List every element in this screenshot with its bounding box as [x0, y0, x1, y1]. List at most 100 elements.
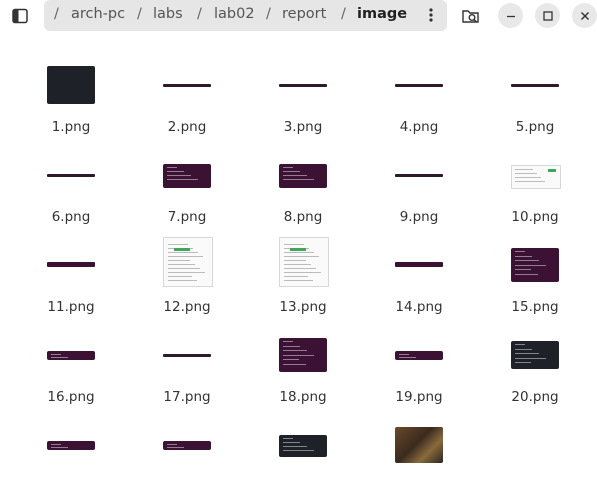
file-item[interactable]: 9.png — [369, 147, 469, 227]
thumbnail-line — [515, 173, 537, 174]
file-name: 6.png — [51, 209, 91, 225]
maximize-button[interactable] — [535, 3, 560, 28]
file-item[interactable]: 4.png — [369, 57, 469, 137]
file-item[interactable]: 5.png — [485, 57, 585, 137]
file-item[interactable]: 12.png — [137, 237, 237, 317]
file-item[interactable]: 10.png — [485, 147, 585, 227]
folder-search-icon — [462, 10, 479, 23]
path-segment-lab02[interactable]: lab02 — [214, 6, 255, 22]
search-button[interactable] — [458, 3, 484, 29]
file-thumbnail — [395, 351, 443, 360]
thumbnail-line — [168, 244, 188, 245]
minimize-icon — [506, 15, 515, 17]
thumbnail-line — [168, 272, 205, 273]
thumbnail-line — [284, 276, 308, 277]
file-item[interactable]: 2.png — [137, 57, 237, 137]
file-thumbnail — [279, 237, 329, 287]
close-button[interactable] — [572, 3, 597, 28]
file-thumbnail — [47, 262, 95, 267]
thumbnail-line — [515, 273, 538, 275]
file-thumbnail — [279, 84, 327, 87]
file-name: 2.png — [167, 119, 207, 135]
file-name: 13.png — [279, 299, 327, 315]
file-item[interactable]: 17.png — [137, 327, 237, 407]
file-item[interactable]: 16.png — [21, 327, 121, 407]
thumbnail-line — [515, 260, 539, 261]
thumbnail-line — [283, 350, 307, 351]
file-name: 10.png — [511, 209, 559, 225]
thumbnail-line — [284, 264, 311, 265]
minimize-button[interactable] — [498, 3, 523, 28]
file-name: 19.png — [395, 389, 443, 405]
file-thumbnail — [163, 354, 211, 357]
path-segment-labs[interactable]: labs — [153, 6, 183, 22]
path-segment-report[interactable]: report — [282, 6, 326, 22]
file-thumbnail — [395, 262, 443, 267]
path-menu-button[interactable] — [422, 4, 440, 26]
thumbnail-line — [168, 268, 200, 269]
thumbnail-line — [283, 359, 299, 360]
thumbnail-line — [168, 264, 195, 265]
thumbnail-line — [168, 260, 190, 261]
file-item[interactable] — [253, 417, 353, 497]
file-item[interactable]: 19.png — [369, 327, 469, 407]
thumbnail-line — [284, 260, 306, 261]
close-icon — [580, 11, 589, 20]
thumbnail-line — [515, 255, 532, 257]
thumbnail-line — [168, 276, 192, 277]
file-name: 5.png — [515, 119, 555, 135]
path-separator: / — [266, 6, 271, 22]
file-item[interactable]: 8.png — [253, 147, 353, 227]
path-segment-image[interactable]: image — [357, 6, 407, 22]
thumbnail-line — [515, 348, 532, 350]
thumbnail-line — [283, 171, 300, 172]
path-separator: / — [197, 6, 202, 22]
thumbnail-line — [51, 444, 61, 445]
file-item[interactable]: 15.png — [485, 237, 585, 317]
file-item[interactable]: 7.png — [137, 147, 237, 227]
thumbnail-line — [51, 354, 61, 355]
file-thumbnail — [163, 84, 211, 87]
file-name: 8.png — [283, 209, 323, 225]
file-item[interactable] — [369, 417, 469, 497]
file-item[interactable]: 20.png — [485, 327, 585, 407]
file-thumbnail — [395, 174, 443, 177]
path-bar: / arch-pc / labs / lab02 / report / imag… — [44, 0, 447, 31]
file-item[interactable] — [137, 417, 237, 497]
kebab-menu-icon — [429, 8, 433, 22]
thumbnail-line — [283, 363, 306, 365]
file-item[interactable]: 18.png — [253, 327, 353, 407]
thumbnail-line — [515, 269, 531, 270]
file-name: 7.png — [167, 209, 207, 225]
thumbnail-line — [515, 353, 539, 354]
file-name: 9.png — [399, 209, 439, 225]
file-thumbnail — [395, 84, 443, 87]
file-thumbnail — [163, 164, 211, 188]
thumbnail-line — [399, 354, 409, 355]
file-item[interactable]: 14.png — [369, 237, 469, 317]
file-item[interactable]: 3.png — [253, 57, 353, 137]
thumbnail-accent — [548, 169, 556, 172]
thumbnail-line — [515, 362, 531, 363]
file-item[interactable]: 13.png — [253, 237, 353, 317]
file-item[interactable]: 11.png — [21, 237, 121, 317]
thumbnail-line — [283, 167, 293, 168]
sidebar-toggle-button[interactable] — [8, 4, 32, 28]
file-thumbnail — [279, 164, 327, 188]
file-item[interactable]: 6.png — [21, 147, 121, 227]
file-thumbnail — [279, 435, 327, 457]
file-thumbnail — [511, 165, 561, 189]
path-segment-arch-pc[interactable]: arch-pc — [71, 6, 125, 22]
thumbnail-line — [283, 341, 293, 342]
thumbnail-line — [284, 272, 321, 273]
thumbnail-line — [167, 167, 177, 168]
file-name: 12.png — [163, 299, 211, 315]
file-item[interactable]: 1.png — [21, 57, 121, 137]
thumbnail-line — [167, 175, 191, 176]
thumbnail-line — [283, 179, 314, 180]
thumbnail-line — [167, 171, 184, 172]
path-separator: / — [341, 6, 346, 22]
thumbnail-line — [283, 438, 293, 439]
thumbnail-line — [284, 252, 314, 253]
file-item[interactable] — [21, 417, 121, 497]
